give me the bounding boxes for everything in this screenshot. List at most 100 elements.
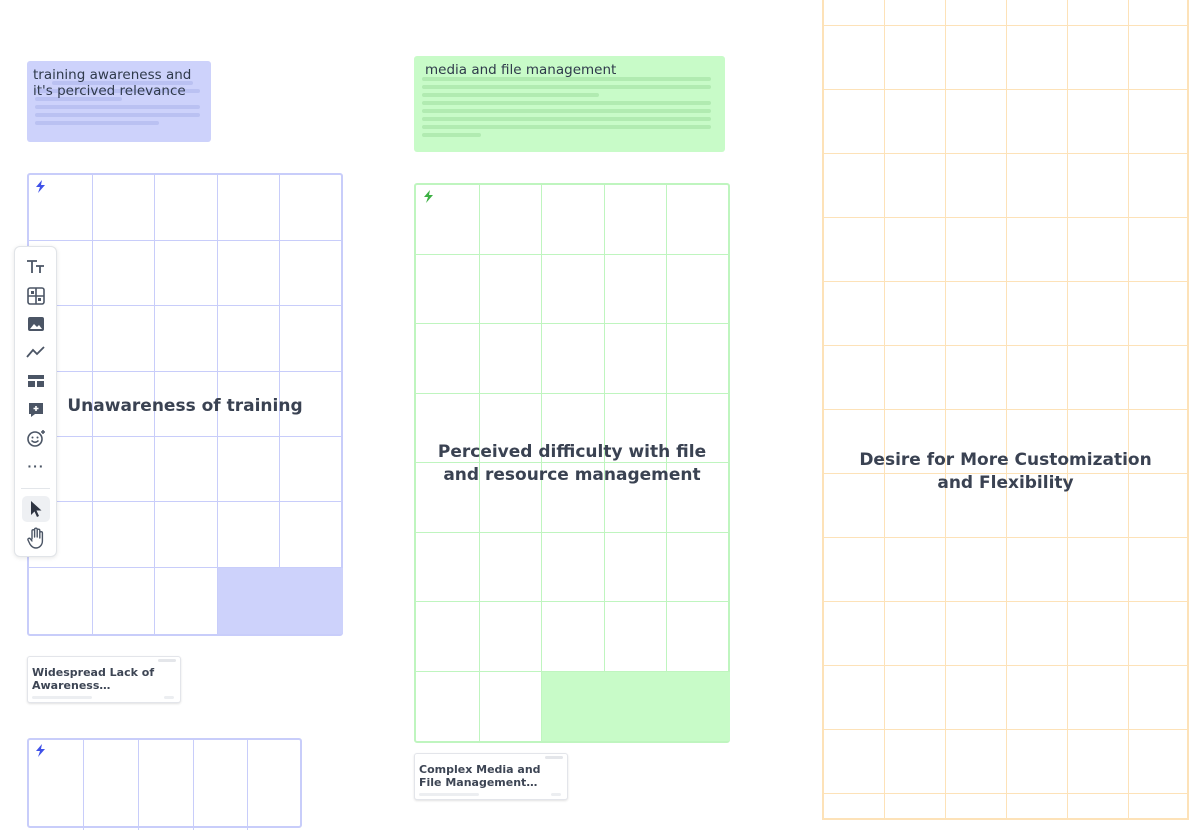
cluster-grid-cell [824,730,885,794]
cluster-grid-cell [416,255,480,324]
cluster-grid-cell [155,306,218,372]
cluster-grid-cell [1068,154,1129,218]
cluster-grid-cell [139,740,194,830]
card-footer-mark [164,696,174,699]
cluster-grid-cell [1129,666,1189,730]
cluster-grid-cell [1007,90,1068,154]
cluster-grid-cell [1068,602,1129,666]
cluster-grid-cell [1007,602,1068,666]
insight-card-title: Complex Media and File Management Workfl… [419,763,541,789]
cluster-grid-cell [416,324,480,394]
cluster-grid-cell [885,282,946,346]
image-tool-icon[interactable] [22,311,50,337]
cluster-grid-cell [824,26,885,90]
cluster-grid-cell [946,666,1007,730]
text-tool-icon[interactable] [22,254,50,280]
cluster-customization-flexibility[interactable]: Desire for More Customization and Flexib… [822,0,1189,820]
cluster-grid-cell [1068,282,1129,346]
cluster-grid-cell [1129,218,1189,282]
cluster-grid-cell [824,154,885,218]
canvas-toolbar: ··· [14,246,57,557]
cluster-unawareness-of-training[interactable]: Unawareness of training [27,173,343,636]
cluster-grid-cell [1129,346,1189,410]
cluster-grid-cell [1068,730,1129,794]
cluster-grid-cell [1007,794,1068,820]
cluster-grid-cell [218,175,280,241]
cluster-grid-cell [824,0,885,26]
cluster-grid-cell [480,602,542,672]
more-label: ··· [27,458,45,474]
cluster-grid-cell [280,241,343,306]
cluster-grid-cell [218,306,280,372]
cluster-grid-cell [1129,794,1189,820]
sticky-note-placeholder-lines [422,77,717,141]
cluster-grid-cell [1007,346,1068,410]
cluster-grid-cell [218,502,280,568]
cluster-grid-cell [155,437,218,502]
sticky-note-training-awareness[interactable]: training awareness and it's percived rel… [27,61,211,142]
cluster-grid-cell [29,568,93,634]
cluster-grid-cell [416,602,480,672]
sticker-tool-icon[interactable] [22,425,50,451]
cluster-grid-cell [542,324,605,394]
cluster-grid-cell [1129,410,1189,474]
cluster-grid-cell [824,666,885,730]
card-footer-mark [551,793,561,796]
cluster-file-resource-management[interactable]: Perceived difficulty with file and resou… [414,183,730,743]
cluster-grid-cell [1007,730,1068,794]
more-icon[interactable]: ··· [22,453,50,479]
cluster-grid-cell [480,672,542,741]
cluster-grid-cell [248,740,302,830]
cluster-grid-cell [542,533,605,602]
cluster-grid-cell [824,474,885,538]
cluster-grid-cell [1129,90,1189,154]
cluster-grid-cell [480,255,542,324]
cluster-grid-cell [1068,26,1129,90]
cluster-grid-cell [1007,154,1068,218]
cluster-grid-cell [946,90,1007,154]
cluster-grid-cell [885,666,946,730]
insight-card-title: Widespread Lack of Awareness Regarding..… [32,666,155,692]
insight-card-lack-of-awareness[interactable]: Widespread Lack of Awareness Regarding..… [27,656,181,703]
cluster-partial-bottom[interactable] [27,738,302,830]
hand-pan-icon[interactable] [22,525,50,551]
sticky-note-media-file-management[interactable]: media and file management [414,56,725,152]
cluster-grid-cell [1129,26,1189,90]
cluster-grid-cell [667,255,730,324]
select-pointer-icon[interactable] [22,496,50,522]
cluster-grid-cell [1068,794,1129,820]
cluster-grid-cell [93,241,155,306]
cluster-grid-cell [480,533,542,602]
cluster-grid-cell [1068,666,1129,730]
cluster-grid-cell [667,463,730,533]
cluster-grid-cell [946,474,1007,538]
cluster-grid-cell [218,372,280,437]
comment-tool-icon[interactable] [22,397,50,423]
bolt-icon [35,180,46,195]
table-tool-icon[interactable] [22,283,50,309]
cluster-grid-cell [93,502,155,568]
cluster-grid-cell [667,185,730,255]
card-footer-line [32,696,92,699]
card-meta [158,659,176,662]
cluster-grid-cell [155,502,218,568]
cluster-grid-cell [885,346,946,410]
cluster-grid-cell [946,282,1007,346]
cluster-grid-cell [667,602,730,672]
cluster-grid-cell [480,463,542,533]
sticky-note-text: training awareness and it's percived rel… [33,67,192,99]
cluster-grid-cell [280,437,343,502]
cluster-grid-cell [885,218,946,282]
cluster-grid-cell [1129,602,1189,666]
card-footer-line [419,793,479,796]
bolt-icon [423,190,434,205]
cluster-grid-cell [155,568,218,634]
cluster-grid-cell [824,410,885,474]
insight-card-complex-media-workflows[interactable]: Complex Media and File Management Workfl… [414,753,568,800]
cluster-grid-cell [280,306,343,372]
layout-tool-icon[interactable] [22,368,50,394]
chart-tool-icon[interactable] [22,339,50,365]
cluster-grid-cell [280,175,343,241]
cluster-grid-cell [605,672,667,741]
cluster-grid-cell [93,568,155,634]
